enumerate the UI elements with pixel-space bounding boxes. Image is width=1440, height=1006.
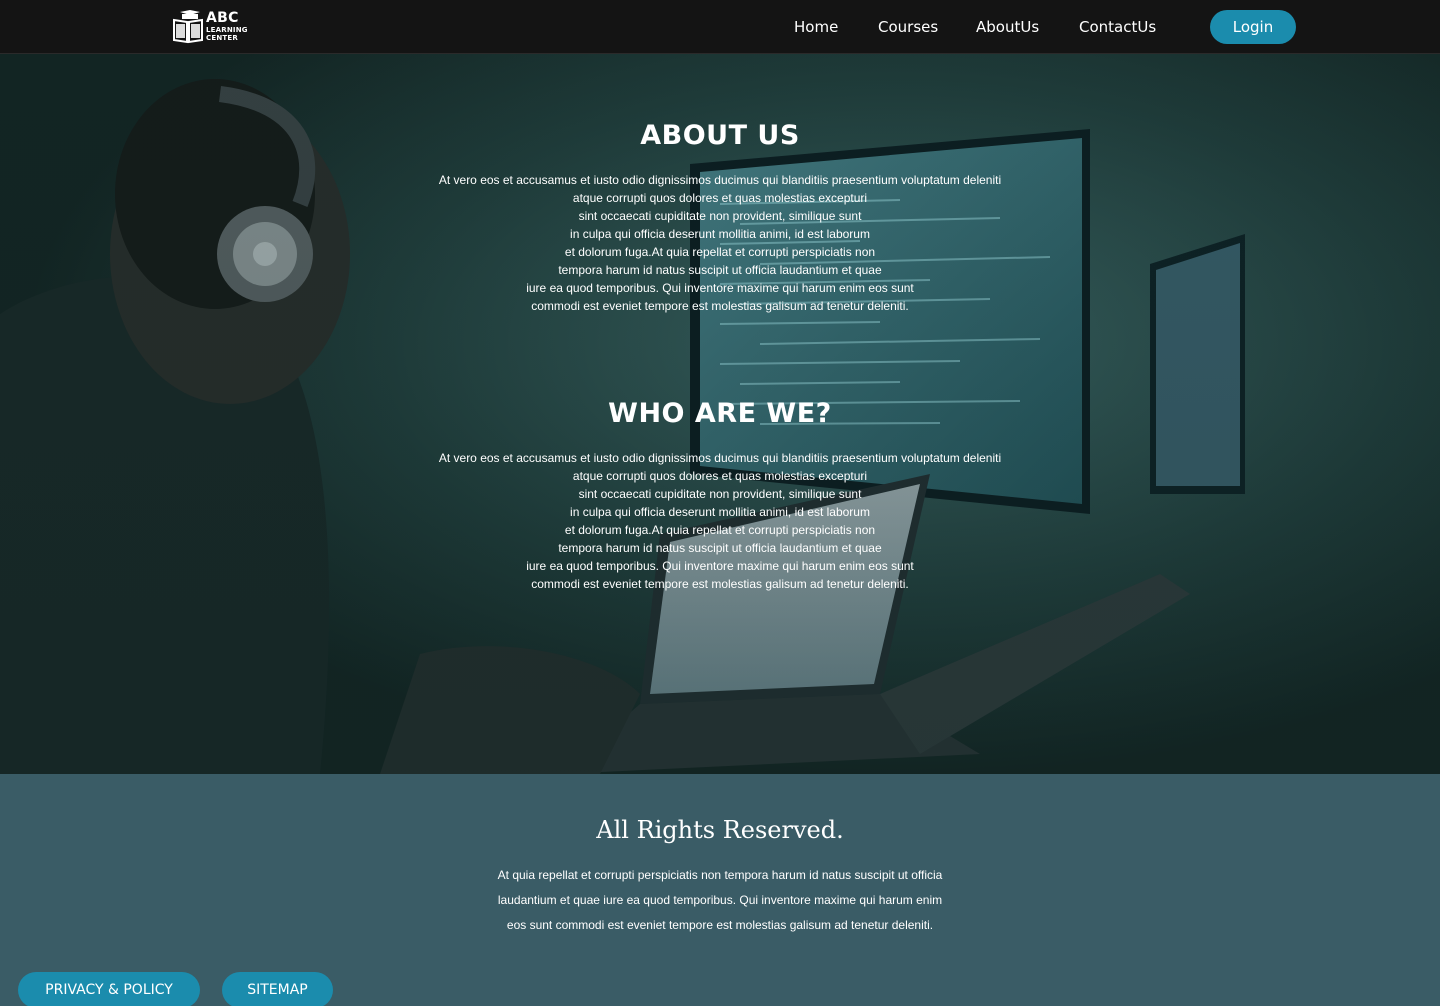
nav-aboutus[interactable]: AboutUs xyxy=(976,17,1039,37)
book-icon xyxy=(173,10,203,44)
sitemap-button[interactable]: SITEMAP xyxy=(222,972,333,1006)
who-text: At vero eos et accusamus et iusto odio d… xyxy=(420,449,1020,593)
nav-contactus[interactable]: ContactUs xyxy=(1079,17,1156,37)
who-line: atque corrupti quos dolores et quas mole… xyxy=(572,469,868,483)
about-line: iure ea quod temporibus. Qui inventore m… xyxy=(526,281,914,295)
nav-courses[interactable]: Courses xyxy=(878,17,938,37)
who-line: tempora harum id natus suscipit ut offic… xyxy=(558,541,882,555)
about-line: in culpa qui officia deserunt mollitia a… xyxy=(570,227,870,241)
about-line: At vero eos et accusamus et iusto odio d… xyxy=(438,173,1002,187)
who-line: commodi est eveniet tempore est molestia… xyxy=(531,577,909,591)
login-button[interactable]: Login xyxy=(1210,10,1296,44)
hero-section: ABOUT US At vero eos et accusamus et ius… xyxy=(0,54,1440,774)
brand-subtitle: LEARNING CENTER xyxy=(206,26,248,42)
about-line: atque corrupti quos dolores et quas mole… xyxy=(572,191,868,205)
who-line: sint occaecati cupiditate non provident,… xyxy=(578,487,862,501)
who-line: et dolorum fuga.At quia repellat et corr… xyxy=(564,523,876,537)
privacy-policy-button[interactable]: PRIVACY & POLICY xyxy=(18,972,200,1006)
footer: All Rights Reserved. At quia repellat et… xyxy=(0,774,1440,1006)
nav-home[interactable]: Home xyxy=(794,17,838,37)
brand-sub-line2: CENTER xyxy=(206,34,238,42)
brand-name: ABC xyxy=(206,10,239,26)
about-text: At vero eos et accusamus et iusto odio d… xyxy=(420,171,1020,315)
who-title: WHO ARE WE? xyxy=(608,398,832,429)
about-line: tempora harum id natus suscipit ut offic… xyxy=(558,263,882,277)
brand-sub-line1: LEARNING xyxy=(206,26,248,34)
footer-text: At quia repellat et corrupti perspiciati… xyxy=(497,868,943,932)
about-title: ABOUT US xyxy=(640,120,800,151)
who-line: iure ea quod temporibus. Qui inventore m… xyxy=(526,559,914,573)
who-line: At vero eos et accusamus et iusto odio d… xyxy=(438,451,1002,465)
who-line: in culpa qui officia deserunt mollitia a… xyxy=(570,505,870,519)
about-line: et dolorum fuga.At quia repellat et corr… xyxy=(564,245,876,259)
about-line: commodi est eveniet tempore est molestia… xyxy=(531,299,909,313)
navbar: ABC LEARNING CENTER Home Courses AboutUs… xyxy=(0,0,1440,54)
footer-title: All Rights Reserved. xyxy=(596,816,844,844)
about-line: sint occaecati cupiditate non provident,… xyxy=(578,209,862,223)
brand-logo[interactable]: ABC LEARNING CENTER xyxy=(172,10,262,44)
